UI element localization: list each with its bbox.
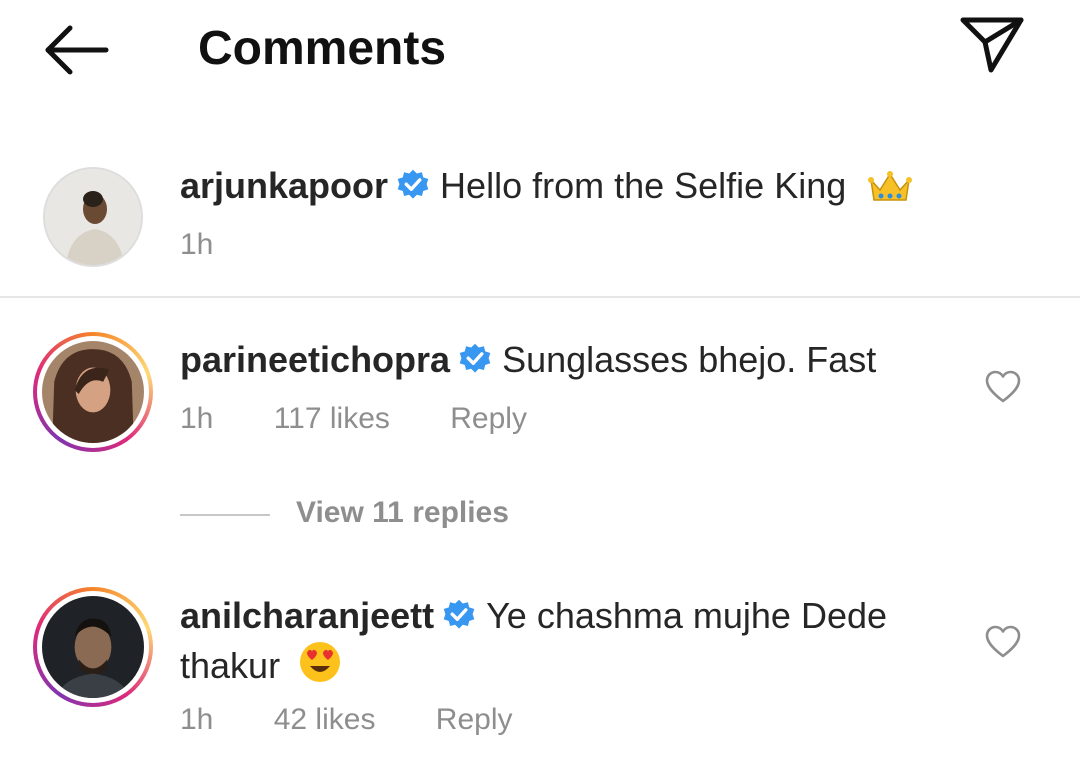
heart-icon xyxy=(985,625,1021,658)
comment-meta: 1h 117 likes Reply xyxy=(180,402,527,436)
username[interactable]: arjunkapoor xyxy=(180,165,388,206)
comment-meta: 1h 42 likes Reply xyxy=(180,703,512,737)
replies-divider xyxy=(180,514,270,516)
share-button[interactable] xyxy=(955,14,1027,76)
view-replies-label: View 11 replies xyxy=(296,496,509,529)
verified-badge-icon xyxy=(397,169,429,199)
reply-button[interactable]: Reply xyxy=(450,402,527,436)
comment-line-2: thakur xyxy=(180,640,342,688)
arrow-left-icon xyxy=(45,25,109,75)
comment-text-continued: thakur xyxy=(180,645,281,686)
timestamp: 1h xyxy=(180,703,214,736)
likes-count[interactable]: 42 likes xyxy=(274,703,376,737)
timestamp: 1h xyxy=(180,228,214,261)
avatar[interactable] xyxy=(33,587,153,707)
page-title: Comments xyxy=(198,22,447,75)
comments-screen: Comments arjunkapoor Hello from the Selfi… xyxy=(0,0,1080,781)
verified-badge-icon xyxy=(459,343,491,373)
like-button[interactable] xyxy=(985,370,1021,404)
caption-line: arjunkapoor Hello from the Selfie King xyxy=(180,164,913,208)
comment-text: Sunglasses bhejo. Fast xyxy=(502,339,877,380)
divider xyxy=(0,296,1080,298)
header-bar: Comments xyxy=(0,0,1080,100)
comment-line: anilcharanjeett Ye chashma mujhe Dede xyxy=(180,594,887,638)
post-caption: arjunkapoor Hello from the Selfie King 1h xyxy=(0,150,1080,298)
username[interactable]: parineetichopra xyxy=(180,339,450,380)
avatar[interactable] xyxy=(33,332,153,452)
paper-plane-icon xyxy=(960,17,1024,73)
reply-button[interactable]: Reply xyxy=(436,703,513,737)
heart-icon xyxy=(985,370,1021,403)
back-button[interactable] xyxy=(40,22,112,78)
comment-line: parineetichopra Sunglasses bhejo. Fast xyxy=(180,338,876,382)
crown-icon xyxy=(868,171,913,201)
verified-badge-icon xyxy=(443,599,475,629)
likes-count[interactable]: 117 likes xyxy=(274,402,390,436)
avatar-photo xyxy=(42,341,144,443)
comment-text: Ye chashma mujhe Dede xyxy=(486,595,888,636)
caption-text: Hello from the Selfie King xyxy=(440,165,847,206)
timestamp: 1h xyxy=(180,402,214,435)
username[interactable]: anilcharanjeett xyxy=(180,595,434,636)
heart-eyes-icon xyxy=(300,642,341,682)
avatar[interactable] xyxy=(43,167,143,267)
caption-meta: 1h xyxy=(180,228,213,262)
avatar-photo xyxy=(45,169,141,265)
like-button[interactable] xyxy=(985,625,1021,659)
avatar-photo xyxy=(42,596,144,698)
